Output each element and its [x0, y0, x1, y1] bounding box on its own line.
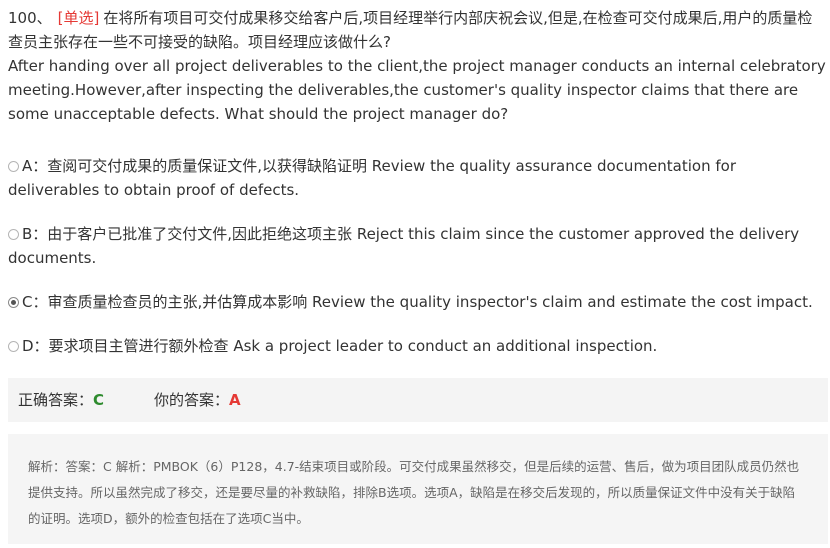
correct-answer-label: 正确答案： [18, 391, 94, 409]
analysis-text: 解析：答案：C 解析：PMBOK（6）P128，4.7-结束项目或阶段。可交付成… [28, 459, 800, 526]
option-b-text: B：由于客户已批准了交付文件,因此拒绝这项主张 Reject this clai… [8, 225, 800, 267]
option-a-text: A：查阅可交付成果的质量保证文件,以获得缺陷证明 Review the qual… [8, 157, 736, 199]
option-d[interactable]: D：要求项目主管进行额外检查 Ask a project leader to c… [8, 334, 828, 358]
option-b-radio[interactable] [8, 229, 19, 240]
option-c-radio[interactable] [8, 297, 19, 308]
your-answer-label: 你的答案： [154, 391, 230, 409]
option-c-text: C：审查质量检查员的主张,并估算成本影响 Review the quality … [22, 293, 813, 311]
question-type-tag: [单选] [57, 9, 100, 27]
question-text-en: After handing over all project deliverab… [8, 57, 826, 123]
option-d-radio[interactable] [8, 341, 19, 352]
option-a[interactable]: A：查阅可交付成果的质量保证文件,以获得缺陷证明 Review the qual… [8, 154, 828, 202]
question-text-cn: 在将所有项目可交付成果移交给客户后,项目经理举行内部庆祝会议,但是,在检查可交付… [8, 9, 813, 51]
question-number: 100、 [8, 9, 52, 27]
option-a-radio[interactable] [8, 161, 19, 172]
option-c[interactable]: C：审查质量检查员的主张,并估算成本影响 Review the quality … [8, 290, 828, 314]
your-answer-value: A [229, 391, 241, 409]
correct-answer: 正确答案：C [18, 378, 104, 422]
option-b[interactable]: B：由于客户已批准了交付文件,因此拒绝这项主张 Reject this clai… [8, 222, 828, 270]
analysis-panel: 解析：答案：C 解析：PMBOK（6）P128，4.7-结束项目或阶段。可交付成… [8, 434, 828, 544]
correct-answer-value: C [93, 391, 105, 409]
answer-summary: 正确答案：C 你的答案：A [8, 378, 828, 422]
option-d-text: D：要求项目主管进行额外检查 Ask a project leader to c… [22, 337, 658, 355]
your-answer: 你的答案：A [154, 378, 241, 422]
question-stem: 100、 [单选] 在将所有项目可交付成果移交给客户后,项目经理举行内部庆祝会议,但… [8, 6, 826, 126]
